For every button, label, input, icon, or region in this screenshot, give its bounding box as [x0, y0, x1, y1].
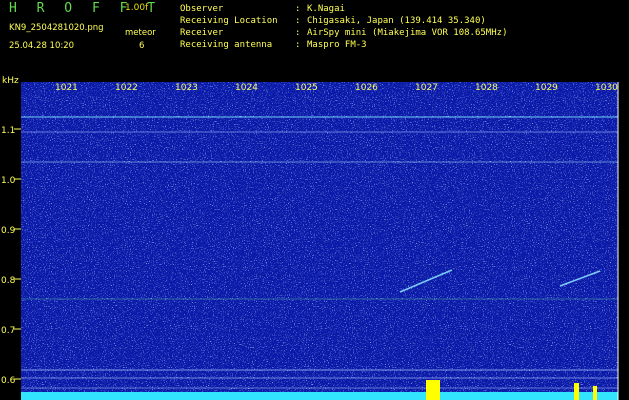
info-receiver: Receiver : AirSpy mini (Miakejima VOR 10… — [180, 27, 507, 39]
spectrogram-noise — [21, 82, 618, 400]
info-location: Receiving Location : Chigasaki, Japan (1… — [180, 15, 507, 27]
x-tick-label: 1024 — [235, 83, 258, 93]
y-tick-label: 0.6 — [1, 376, 16, 386]
version-label: 1.00f — [125, 3, 149, 13]
burst-peak — [426, 380, 440, 400]
spectrogram-plot: kHz 1.1 1.0 0.9 0.8 0.7 0.6 1021 1022 10… — [1, 76, 619, 400]
info-value: Chigasaki, Japan (139.414 35.340) — [307, 16, 486, 26]
y-tick-label: 0.7 — [1, 326, 15, 336]
info-antenna: Receiving antenna : Maspro FM-3 — [180, 39, 507, 51]
x-tick-label: 1021 — [55, 83, 78, 93]
x-tick-label: 1023 — [175, 83, 198, 93]
meteor-label: meteor — [125, 28, 156, 38]
info-label: Observer — [180, 4, 224, 14]
x-tick-label: 1029 — [535, 83, 558, 93]
info-value: AirSpy mini (Miakejima VOR 108.65MHz) — [307, 28, 508, 38]
y-axis-unit: kHz — [2, 76, 19, 86]
info-value: K.Nagai — [307, 4, 345, 14]
info-value: Maspro FM-3 — [307, 40, 367, 50]
y-tick-label: 1.1 — [1, 126, 15, 136]
x-tick-label: 1030 — [595, 83, 618, 93]
x-tick-label: 1025 — [295, 83, 318, 93]
info-separator: : — [295, 40, 301, 50]
info-separator: : — [295, 16, 301, 26]
file-name: KN9_2504281020.png — [9, 23, 104, 33]
y-tick-label: 0.8 — [1, 276, 16, 286]
info-label: Receiver — [180, 28, 224, 38]
y-tick-label: 1.0 — [1, 176, 16, 186]
date-time: 25.04.28 10:20 — [9, 41, 75, 51]
observation-info: Observer : K.Nagai Receiving Location : … — [180, 3, 507, 51]
y-axis: 1.1 1.0 0.9 0.8 0.7 0.6 — [1, 126, 21, 386]
info-separator: : — [295, 4, 301, 14]
x-tick-label: 1027 — [415, 83, 438, 93]
info-label: Receiving antenna — [180, 40, 273, 50]
info-observer: Observer : K.Nagai — [180, 3, 507, 15]
x-tick-label: 1028 — [475, 83, 498, 93]
meteor-count: 6 — [139, 41, 145, 51]
info-separator: : — [295, 28, 301, 38]
y-tick-label: 0.9 — [1, 226, 16, 236]
burst-peak — [574, 383, 579, 400]
x-tick-label: 1022 — [115, 83, 138, 93]
info-label: Receiving Location — [180, 16, 278, 26]
trace-band — [21, 392, 618, 400]
burst-peak — [593, 386, 597, 400]
x-tick-label: 1026 — [355, 83, 378, 93]
